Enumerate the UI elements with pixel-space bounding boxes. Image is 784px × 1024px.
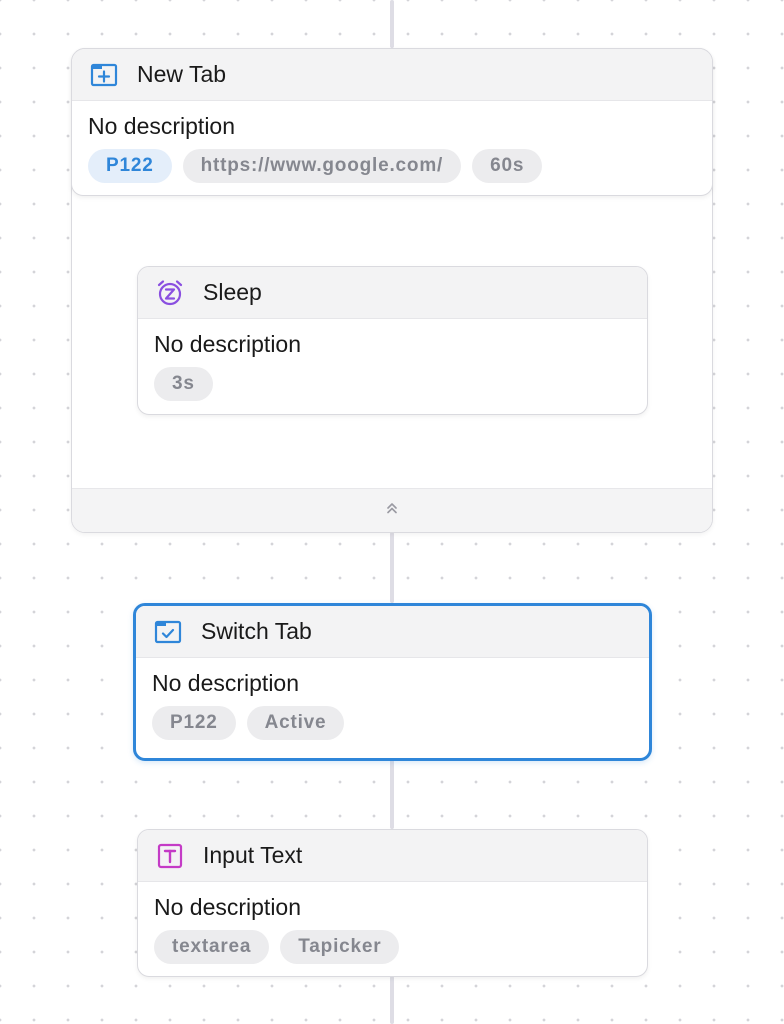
node-title: Sleep: [203, 279, 262, 305]
node-description: No description: [152, 670, 300, 696]
new-tab-icon: [90, 61, 118, 89]
chevrons-up-icon: [385, 501, 399, 520]
tag-timeout: 60s: [472, 149, 543, 183]
tag-url: https://www.google.com/: [182, 149, 462, 183]
node-tags: textarea Tapicker: [154, 930, 631, 964]
node-title: Input Text: [203, 842, 303, 868]
sleep-node[interactable]: Sleep No description 3s: [137, 266, 648, 415]
connector-top: [390, 0, 394, 48]
connector-group-switchtab: [390, 532, 394, 603]
tag-source: Tapicker: [280, 930, 400, 964]
tag-page-id: P122: [88, 149, 172, 183]
tag-page-id: P122: [152, 706, 236, 740]
connector-bottom: [390, 976, 394, 1024]
node-tags: P122 Active: [152, 706, 633, 740]
node-description: No description: [88, 113, 236, 139]
switch-tab-icon: [154, 618, 182, 646]
node-header: Switch Tab: [136, 606, 649, 658]
input-text-node[interactable]: Input Text No description textarea Tapic…: [137, 829, 648, 977]
collapse-group-button[interactable]: [72, 488, 712, 532]
sleep-icon: [156, 279, 184, 307]
tag-duration: 3s: [154, 367, 213, 401]
node-title: New Tab: [137, 61, 227, 87]
node-tags: P122 https://www.google.com/ 60s: [88, 149, 696, 183]
node-tags: 3s: [154, 367, 631, 401]
node-description: No description: [154, 894, 302, 920]
tag-mode: Active: [246, 706, 345, 740]
node-description: No description: [154, 331, 302, 357]
node-header: New Tab: [72, 49, 712, 101]
node-header: Sleep: [138, 267, 647, 319]
node-header: Input Text: [138, 830, 647, 882]
input-text-icon: [156, 842, 184, 870]
switch-tab-node[interactable]: Switch Tab No description P122 Active: [133, 603, 652, 761]
tag-element-type: textarea: [154, 930, 270, 964]
new-tab-node[interactable]: New Tab No description P122 https://www.…: [71, 48, 713, 196]
connector-switchtab-inputtext: [390, 759, 394, 829]
node-title: Switch Tab: [201, 618, 312, 644]
